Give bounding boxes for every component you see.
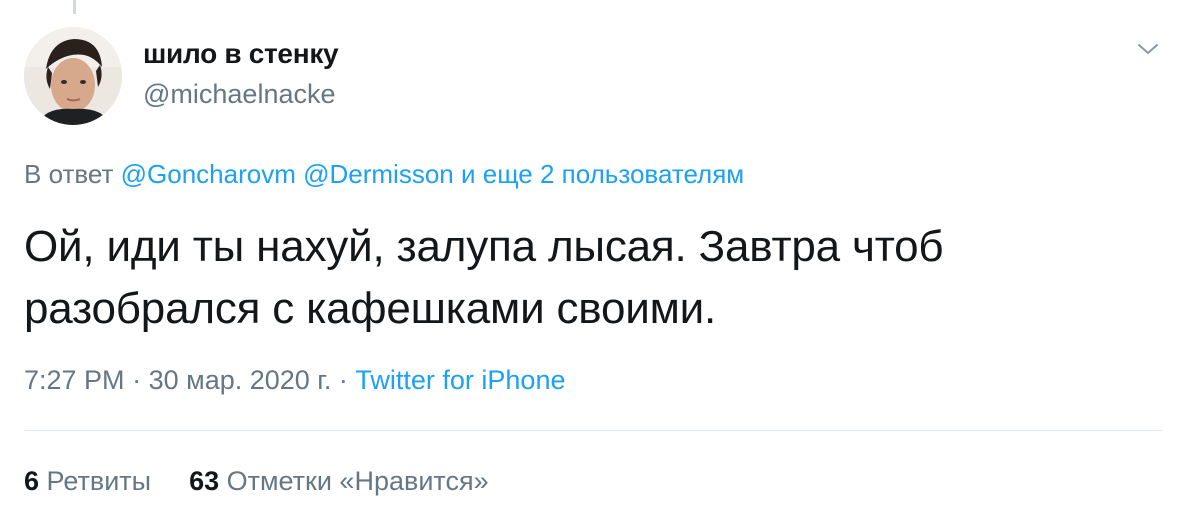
retweets-label: Ретвиты <box>46 466 152 496</box>
tweet-time[interactable]: 7:27 PM <box>24 365 125 395</box>
reply-context: В ответ @Goncharovm @Dermisson и еще 2 п… <box>24 159 744 190</box>
mention-link[interactable]: @Goncharovm <box>121 159 296 189</box>
tweet-text: Ой, иди ты нахуй, залупа лысая. Завтра ч… <box>24 216 1154 340</box>
retweets-count: 6 <box>24 466 40 496</box>
mention-link[interactable]: @Dermisson <box>303 159 454 189</box>
likes-count: 63 <box>189 466 220 496</box>
thread-connector-line <box>73 0 76 14</box>
meta-separator: · <box>338 365 348 395</box>
author-handle[interactable]: @michaelnacke <box>143 79 336 110</box>
chevron-down-icon[interactable] <box>1134 38 1162 60</box>
tweet-text-line: разобрался с кафешками своими. <box>24 284 717 333</box>
meta-separator: · <box>132 365 142 395</box>
retweets-stat[interactable]: 6 Ретвиты <box>24 466 151 496</box>
likes-label: Отметки «Нравится» <box>226 466 489 496</box>
reply-prefix: В ответ <box>24 159 114 189</box>
tweet-date[interactable]: 30 мар. 2020 г. <box>149 365 332 395</box>
tweet-text-line: Ой, иди ты нахуй, залупа лысая. Завтра ч… <box>24 222 944 271</box>
tweet-stats: 6 Ретвиты 63 Отметки «Нравится» <box>24 466 489 497</box>
likes-stat[interactable]: 63 Отметки «Нравится» <box>189 466 489 496</box>
avatar-photo <box>24 27 122 125</box>
avatar[interactable] <box>24 27 122 125</box>
more-mentions-link[interactable]: и еще 2 пользователям <box>461 159 744 189</box>
tweet-source-link[interactable]: Twitter for iPhone <box>355 365 565 395</box>
author-display-name[interactable]: шило в стенку <box>143 38 339 70</box>
divider <box>24 430 1162 431</box>
tweet-meta: 7:27 PM · 30 мар. 2020 г. · Twitter for … <box>24 365 565 396</box>
